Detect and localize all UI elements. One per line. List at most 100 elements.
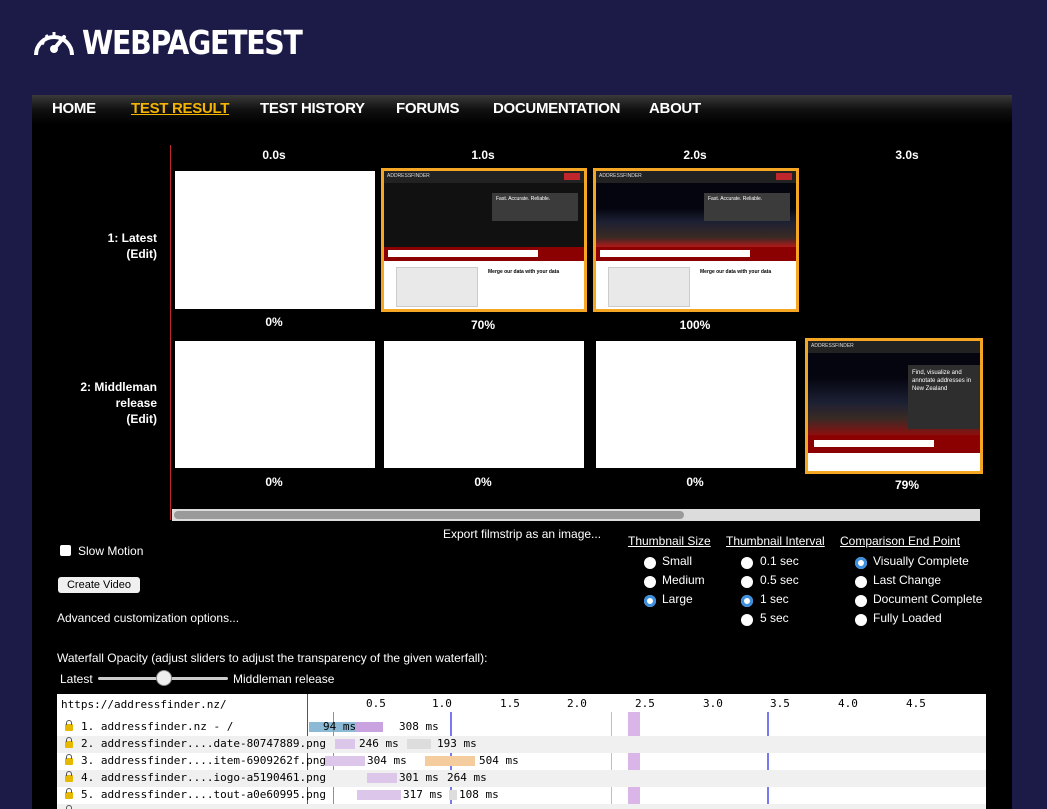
request-label: 3. addressfinder....item-6909262f.png <box>81 754 327 767</box>
create-video-button[interactable]: Create Video <box>58 577 140 593</box>
waterfall-tick: 4.5 <box>906 697 926 710</box>
request-time: 264 ms <box>447 771 487 784</box>
request-time: 304 ms <box>367 754 407 767</box>
waterfall-tick: 1.5 <box>500 697 520 710</box>
filmstrip-thumbnail[interactable]: ADDRESSFINDER Fast. Accurate. Reliable. … <box>381 168 587 312</box>
radio-size-small[interactable] <box>644 557 656 569</box>
time-label: 3.0s <box>895 148 919 162</box>
request-label: 5. addressfinder....tout-a0e60995.png <box>81 788 327 801</box>
thumb-section-title: Merge our data with your data <box>700 269 772 275</box>
thumb-hero-title: Fast. Accurate. Reliable. <box>496 196 551 202</box>
row-name: 2: Middleman <box>80 380 157 394</box>
filmstrip-thumbnail[interactable] <box>175 341 375 468</box>
radio-interval-0-5[interactable] <box>741 576 753 588</box>
filmstrip-thumbnail[interactable]: ADDRESSFINDER Find, visualize and annota… <box>805 338 983 474</box>
radio-label: 1 sec <box>760 592 789 606</box>
nav-test-result[interactable]: TEST RESULT <box>131 100 229 117</box>
radio-end-fully-loaded[interactable] <box>855 614 867 626</box>
request-label: 4. addressfinder....iogo-a5190461.png <box>81 771 327 784</box>
export-filmstrip-link[interactable]: Export filmstrip as an image... <box>443 527 601 541</box>
filmstrip-thumbnail[interactable] <box>175 171 375 309</box>
radio-interval-0-1[interactable] <box>741 557 753 569</box>
filmstrip-scrollbar-thumb[interactable] <box>174 511 684 519</box>
slow-motion-checkbox[interactable] <box>60 545 71 556</box>
radio-end-last-change[interactable] <box>855 576 867 588</box>
nav-about[interactable]: ABOUT <box>649 100 701 117</box>
thumb-hero-title: Find, visualize and annotate addresses i… <box>912 370 972 392</box>
waterfall-row[interactable]: 1. addressfinder.nz - / 94 ms 308 ms <box>57 719 986 736</box>
nav-forums[interactable]: FORUMS <box>396 100 460 117</box>
time-marker-line <box>170 145 171 520</box>
thumb-brand: ADDRESSFINDER <box>387 173 430 179</box>
advanced-options-link[interactable]: Advanced customization options... <box>57 611 239 625</box>
radio-end-document-complete[interactable] <box>855 595 867 607</box>
nav-test-history[interactable]: TEST HISTORY <box>260 100 365 117</box>
radio-interval-5[interactable] <box>741 614 753 626</box>
webpagetest-logo[interactable]: WEBPAGETEST <box>32 22 337 62</box>
main-navigation: HOME TEST RESULT TEST HISTORY FORUMS DOC… <box>32 95 1012 124</box>
waterfall-tick: 2.5 <box>635 697 655 710</box>
nav-documentation[interactable]: DOCUMENTATION <box>493 100 621 117</box>
filmstrip-thumbnail[interactable]: ADDRESSFINDER Fast. Accurate. Reliable. … <box>593 168 799 312</box>
speedometer-icon <box>34 32 74 56</box>
opacity-slider-handle[interactable] <box>157 671 171 685</box>
visual-progress: 0% <box>265 475 283 489</box>
radio-size-medium[interactable] <box>644 576 656 588</box>
visual-progress: 0% <box>265 315 283 329</box>
request-time: 504 ms <box>479 754 519 767</box>
radio-label: 0.5 sec <box>760 573 799 587</box>
visual-progress: 0% <box>474 475 492 489</box>
thumb-section-title: Merge our data with your data <box>488 269 560 275</box>
filmstrip-thumbnail[interactable] <box>384 341 584 468</box>
request-time: 308 ms <box>399 720 439 733</box>
request-label: 1. addressfinder.nz - / <box>81 720 234 733</box>
thumb-brand: ADDRESSFINDER <box>599 173 642 179</box>
lock-icon <box>65 771 73 782</box>
radio-end-visually-complete[interactable] <box>855 557 867 569</box>
visual-progress: 70% <box>470 318 496 332</box>
filmstrip-thumbnail[interactable] <box>596 341 796 468</box>
request-time: 108 ms <box>459 788 499 801</box>
row-name-cont: release <box>115 396 157 410</box>
waterfall-row[interactable]: 4. addressfinder....iogo-a5190461.png 30… <box>57 770 986 787</box>
logo-text: WEBPAGETEST <box>82 22 303 62</box>
request-time: 246 ms <box>359 737 399 750</box>
thumb-hero-title: Fast. Accurate. Reliable. <box>708 196 763 202</box>
thumbnail-interval-heading: Thumbnail Interval <box>726 534 825 548</box>
thumbnail-size-heading: Thumbnail Size <box>628 534 711 548</box>
radio-label: Small <box>662 554 693 568</box>
slider-left-label: Latest <box>60 672 93 686</box>
edit-link[interactable]: (Edit) <box>7 411 157 427</box>
waterfall-tick: 3.0 <box>703 697 723 710</box>
radio-label: 0.1 sec <box>760 554 799 568</box>
radio-interval-1[interactable] <box>741 595 753 607</box>
waterfall-row[interactable] <box>57 804 986 809</box>
waterfall-tick: 0.5 <box>366 697 386 710</box>
lock-icon <box>65 720 73 731</box>
waterfall-opacity-label: Waterfall Opacity (adjust sliders to adj… <box>57 651 488 665</box>
request-time: 193 ms <box>437 737 477 750</box>
radio-size-large[interactable] <box>644 595 656 607</box>
waterfall-tick: 2.0 <box>567 697 587 710</box>
waterfall-chart: https://addressfinder.nz/ 0.5 1.0 1.5 2.… <box>57 694 986 809</box>
edit-link[interactable]: (Edit) <box>7 246 157 262</box>
comparison-end-point-heading: Comparison End Point <box>840 534 961 548</box>
waterfall-tick: 3.5 <box>770 697 790 710</box>
visual-progress: 100% <box>679 318 711 332</box>
nav-home[interactable]: HOME <box>52 100 96 117</box>
waterfall-row[interactable]: 2. addressfinder....date-80747889.png 24… <box>57 736 986 753</box>
waterfall-row[interactable]: 5. addressfinder....tout-a0e60995.png 31… <box>57 787 986 804</box>
filmstrip-row-label-middleman: 2: Middleman release (Edit) <box>7 379 157 427</box>
time-label: 0.0s <box>262 148 286 162</box>
visual-progress: 79% <box>894 478 920 492</box>
request-time: 94 ms <box>323 720 357 733</box>
waterfall-row[interactable]: 3. addressfinder....item-6909262f.png 30… <box>57 753 986 770</box>
time-label: 1.0s <box>471 148 495 162</box>
visual-progress: 0% <box>686 475 704 489</box>
time-label: 2.0s <box>683 148 707 162</box>
radio-label: Large <box>662 592 693 606</box>
thumb-brand: ADDRESSFINDER <box>811 343 854 349</box>
slow-motion-label: Slow Motion <box>78 544 144 558</box>
lock-icon <box>65 737 73 748</box>
lock-icon <box>65 788 73 799</box>
